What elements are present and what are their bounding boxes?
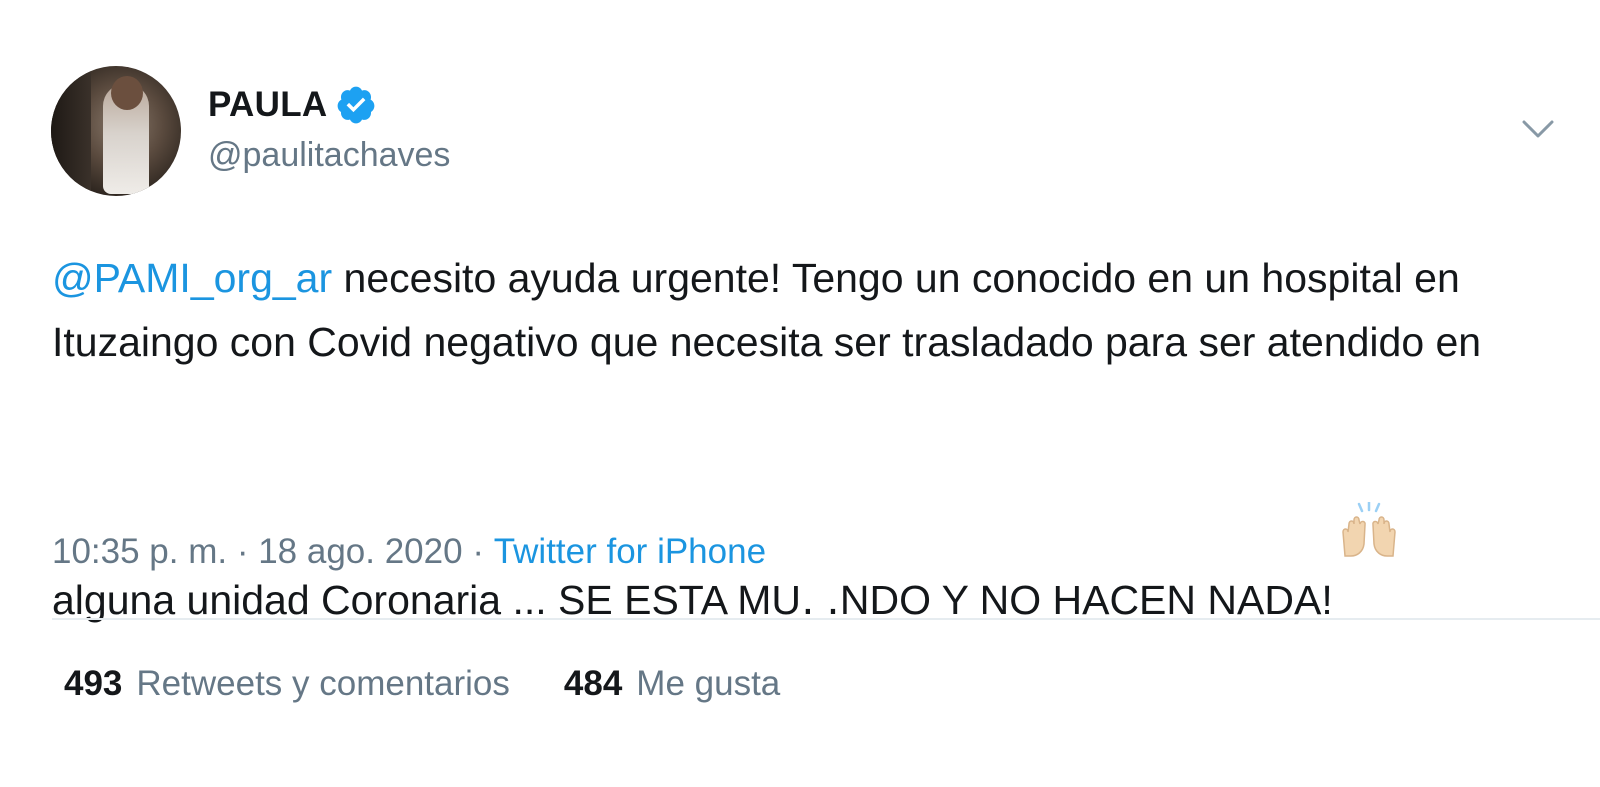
raising-hands-emoji xyxy=(1337,374,1401,557)
avatar[interactable] xyxy=(51,66,181,196)
tweet-card: PAULA @paulitachaves @PAMI_org_ar necesi… xyxy=(0,0,1600,787)
display-name[interactable]: PAULA xyxy=(208,85,327,125)
likes-label: Me gusta xyxy=(636,664,781,703)
likes-stat[interactable]: 484 Me gusta xyxy=(564,664,780,704)
tweet-stats: 493 Retweets y comentarios 484 Me gusta xyxy=(64,664,780,704)
chevron-down-icon[interactable] xyxy=(1520,116,1556,142)
mention-link[interactable]: @PAMI_org_ar xyxy=(52,255,332,301)
verified-badge-icon xyxy=(335,84,377,126)
retweets-label: Retweets y comentarios xyxy=(136,664,510,703)
meta-separator: · xyxy=(462,532,494,571)
retweets-count: 493 xyxy=(64,664,123,703)
divider xyxy=(52,618,1600,620)
tweet-date[interactable]: 18 ago. 2020 xyxy=(258,532,462,572)
meta-separator: · xyxy=(227,532,259,571)
avatar-background xyxy=(51,66,91,196)
tweet-time[interactable]: 10:35 p. m. xyxy=(52,532,227,572)
likes-count: 484 xyxy=(563,664,623,703)
tweet-source-link[interactable]: Twitter for iPhone xyxy=(494,532,766,572)
retweets-stat[interactable]: 493 Retweets y comentarios xyxy=(64,664,510,704)
author-handle[interactable]: @paulitachaves xyxy=(208,136,450,175)
avatar-head xyxy=(111,76,143,110)
tweet-meta: 10:35 p. m. · 18 ago. 2020 · Twitter for… xyxy=(52,532,766,572)
author-name-row: PAULA xyxy=(208,84,377,126)
tweet-text: @PAMI_org_ar necesito ayuda urgente! Ten… xyxy=(52,246,1572,632)
